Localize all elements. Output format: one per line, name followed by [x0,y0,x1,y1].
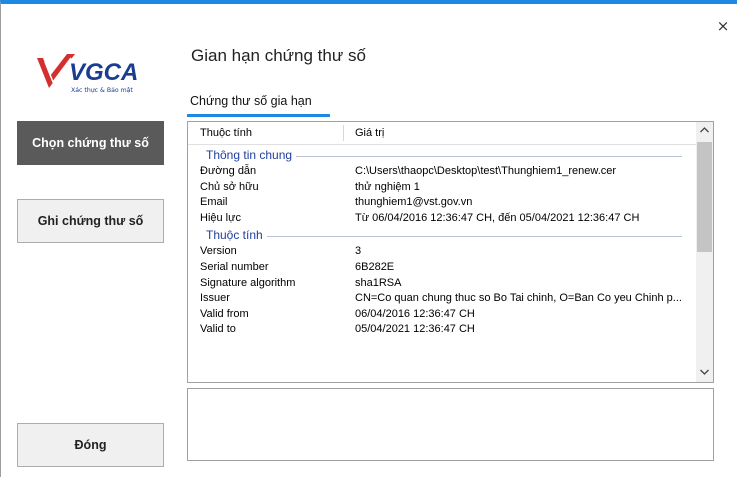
close-icon[interactable]: × [715,18,731,34]
property-value: 3 [355,245,362,258]
close-button[interactable]: Đóng [17,423,164,467]
vgca-logo: VGCA Xác thực & Bảo mật [31,48,161,100]
list-item[interactable]: Hiệu lực Từ 06/04/2016 12:36:47 CH, đến … [188,211,696,227]
property-name: Đường dẫn [200,165,257,177]
vgca-logo-graphic: VGCA Xác thực & Bảo mật [37,54,138,94]
column-divider[interactable] [343,125,344,141]
list-header: Thuộc tính Giá trị [188,122,696,145]
property-name: Chủ sở hữu [200,180,259,193]
list-item[interactable]: Email thunghiem1@vst.gov.vn [188,195,696,211]
scrollbar-thumb[interactable] [697,142,712,252]
list-item[interactable]: Valid from 06/04/2016 12:36:47 CH [188,307,696,323]
list-item[interactable]: Version 3 [188,244,696,260]
certificate-properties-list[interactable]: Thuộc tính Giá trị Thông tin chung Đường… [187,121,714,383]
property-value: 06/04/2016 12:36:47 CH [355,307,475,320]
column-header-value[interactable]: Giá trị [355,127,384,139]
property-value: C:\Users\thaopc\Desktop\test\Thunghiem1_… [355,165,617,177]
chevron-up-icon[interactable] [696,122,713,140]
list-item[interactable]: Valid to 05/04/2021 12:36:47 CH [188,322,696,338]
property-name: Issuer [200,292,230,305]
logo-tagline: Xác thực & Bảo mật [71,86,133,94]
group-title: Thuộc tính [206,228,267,243]
property-detail-box[interactable] [187,388,714,461]
property-name: Signature algorithm [200,276,296,289]
select-certificate-button[interactable]: Chọn chứng thư số [17,121,164,165]
group-divider [206,236,682,238]
write-certificate-button[interactable]: Ghi chứng thư số [17,199,164,243]
property-value: thunghiem1@vst.gov.vn [355,196,473,209]
list-item[interactable]: Signature algorithm sha1RSA [188,276,696,292]
property-name: Valid from [200,307,249,320]
property-value: sha1RSA [355,276,402,289]
property-name: Hiệu lực [200,211,241,224]
list-rows: Thông tin chung Đường dẫn C:\Users\thaop… [188,146,696,338]
vertical-scrollbar[interactable] [696,122,713,382]
group-title: Thông tin chung [206,148,297,162]
page-title: Gian hạn chứng thư số [191,46,366,65]
property-value: thử nghiệm 1 [355,180,420,193]
property-name: Email [200,196,228,209]
group-heading-general: Thông tin chung [188,146,696,164]
certificate-renewal-dialog: × VGCA Xác thực & Bảo mật Chọn chứng thư… [0,0,737,477]
column-header-property[interactable]: Thuộc tính [200,127,252,139]
list-item[interactable]: Issuer CN=Co quan chung thuc so Bo Tai c… [188,291,696,307]
property-name: Valid to [200,323,236,336]
list-item[interactable]: Serial number 6B282E [188,260,696,276]
property-value: Từ 06/04/2016 12:36:47 CH, đến 05/04/202… [355,211,640,224]
chevron-down-icon[interactable] [696,364,713,382]
list-item[interactable]: Chủ sở hữu thử nghiệm 1 [188,180,696,196]
property-name: Version [200,245,237,258]
property-value: CN=Co quan chung thuc so Bo Tai chinh, O… [355,292,682,305]
logo-brand-text: VGCA [69,59,138,86]
tab-renewed-certificate[interactable]: Chứng thư số gia hạn [187,91,330,117]
list-item[interactable]: Đường dẫn C:\Users\thaopc\Desktop\test\T… [188,164,696,180]
property-value: 05/04/2021 12:36:47 CH [355,323,475,336]
property-value: 6B282E [355,260,395,273]
left-panel: VGCA Xác thực & Bảo mật Chọn chứng thư s… [1,4,171,477]
property-name: Serial number [200,260,269,273]
group-heading-properties: Thuộc tính [188,226,696,244]
